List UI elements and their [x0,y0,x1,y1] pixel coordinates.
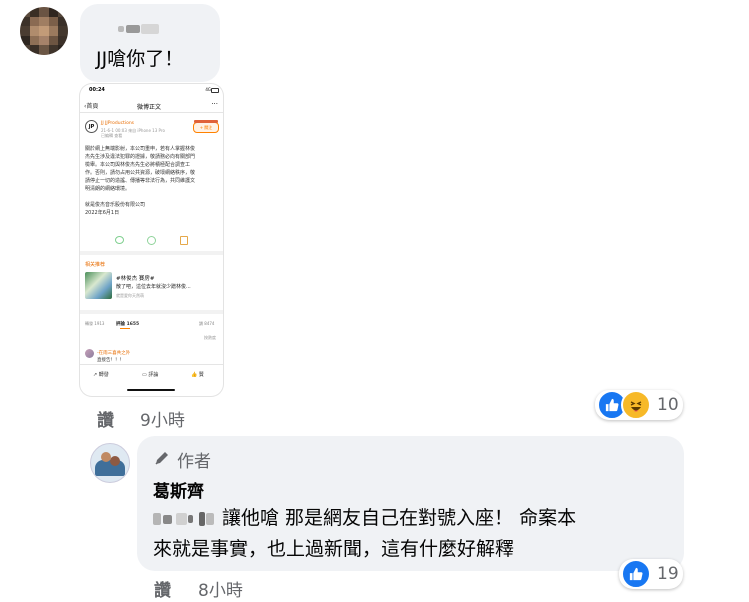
related-label: 相关推荐 [85,262,106,268]
author-badge: 作者 [153,447,211,472]
pen-icon [153,449,171,471]
comment-timestamp[interactable]: 9小時 [140,406,185,431]
comment-bubble: JJ嗆你了！ [80,4,220,82]
account-avatar: JP [85,120,98,133]
battery-icon [211,88,219,93]
reply-bubble: 作者 葛斯齊 讓他嗆 那是網友自己在對號入座！ 命案本 來就是事實，也上過新聞，… [137,436,684,571]
bottom-repost-button[interactable]: ↗ 轉發 [93,371,109,378]
status-time: 00:24 [89,87,105,93]
tab-repost[interactable]: 轉發 1913 [85,321,104,327]
bottom-like-label: 贊 [198,372,204,378]
bottom-like-button[interactable]: 👍 贊 [191,371,204,378]
pixelated-avatar-image [20,7,68,55]
sort-label[interactable]: 按熱度 [204,335,216,341]
weibo-comment-user: -在雨三喜共之外 [97,351,131,356]
bottom-comment-button[interactable]: ▭ 評論 [142,371,158,378]
post-meta-edited: 已編輯 查看 [101,133,123,138]
reply-author-name[interactable]: 葛斯齊 [153,477,204,502]
post-body: 關於網上無端影射，本公司重申，若有人掌握林俊 杰先生涉及違法犯罪的證據，敬請務必… [85,145,219,217]
related-subtitle: 散了吧，這位去年就沒少蹭林俊... [116,284,191,290]
post-body-line: 明清朗的網絡環境。 [85,186,131,192]
back-label: 首頁 [86,103,99,110]
reply-reaction-count: 19 [657,564,679,584]
comment-text: JJ嗆你了！ [96,48,184,70]
post-company: 就是俊杰音乐股份有限公司 [85,202,146,208]
page-title: 微博正文 [137,104,162,111]
weibo-comment-text: 直接告！！！ [97,358,124,363]
related-title[interactable]: #林俊杰 賽房# [116,274,154,282]
avatar-head-2 [110,456,120,466]
related-meta: 就是愛你天然萌 [116,293,144,298]
follow-button[interactable]: + 關注 [193,120,219,133]
bottom-comment-label: 評論 [148,372,159,378]
nav-divider [80,112,223,113]
more-icon[interactable]: ··· [211,100,218,108]
like-action[interactable]: 讚 [97,406,114,431]
tab-like[interactable]: 讚 8474 [199,321,214,327]
reply-reaction-summary[interactable]: 19 [619,559,683,589]
reply-text-line: 讓他嗆 那是網友自己在對號入座！ 命案本 [222,507,577,529]
section-divider-2 [80,310,223,314]
haha-icon [621,390,651,420]
tab-comment-underline [120,328,130,329]
thumb-icon: 👍 [191,372,198,378]
related-thumbnail[interactable] [85,272,112,299]
post-body-line: 杰先生涉及違法犯罪的證據，敬請務必向有關部門 [85,154,196,160]
post-date: 2022年6月1日 [85,210,120,216]
post-body-line: 檢舉。本公司與林俊杰先生必將積極配合調查工 [85,162,191,168]
tab-comment[interactable]: 評論 1655 [116,321,139,327]
reply-text: 讓他嗆 那是網友自己在對號入座！ 命案本 來就是事實，也上過新聞，這有什麼好解釋 [153,503,576,564]
attached-screenshot[interactable]: 00:24 4G ‹首頁 微博正文 ··· JP JJ JJProduction… [80,84,223,396]
like-icon [621,559,651,589]
commenter-avatar[interactable] [20,7,68,55]
section-divider [80,251,223,255]
back-button[interactable]: ‹首頁 [84,101,98,110]
reply-timestamp[interactable]: 8小時 [198,576,243,601]
follow-label: + 關注 [199,125,213,130]
comment-icon: ▭ [142,372,147,378]
censored-author-name [118,18,159,37]
home-indicator [127,389,175,391]
reaction-summary[interactable]: 10 [595,390,683,420]
bookmark-icon[interactable] [180,236,188,245]
author-avatar[interactable] [90,443,130,483]
post-body-line: 請停止一切的造謠、傳播等非法行為，共同維護文 [85,178,196,184]
bottom-divider [80,364,223,365]
reply-text-line: 來就是事實，也上過新聞，這有什麼好解釋 [153,537,515,560]
post-body-line: 關於網上無端影射，本公司重申，若有人掌握林俊 [85,146,196,152]
account-name: JJ JJProductions [101,121,135,126]
bottom-repost-label: 轉發 [98,372,109,378]
weibo-comment-avatar [85,349,94,358]
follow-ribbon [194,120,218,123]
wechat-icon[interactable] [147,236,156,245]
censored-mention [153,504,214,534]
repost-icon: ↗ [93,372,98,378]
reply-like-action[interactable]: 讚 [154,576,171,601]
author-badge-label: 作者 [177,452,211,472]
share-icon[interactable] [115,236,124,244]
reaction-count: 10 [657,395,679,415]
post-body-line: 作。否則，請勿占用公共資源，破壞網絡秩序，敬 [85,170,196,176]
